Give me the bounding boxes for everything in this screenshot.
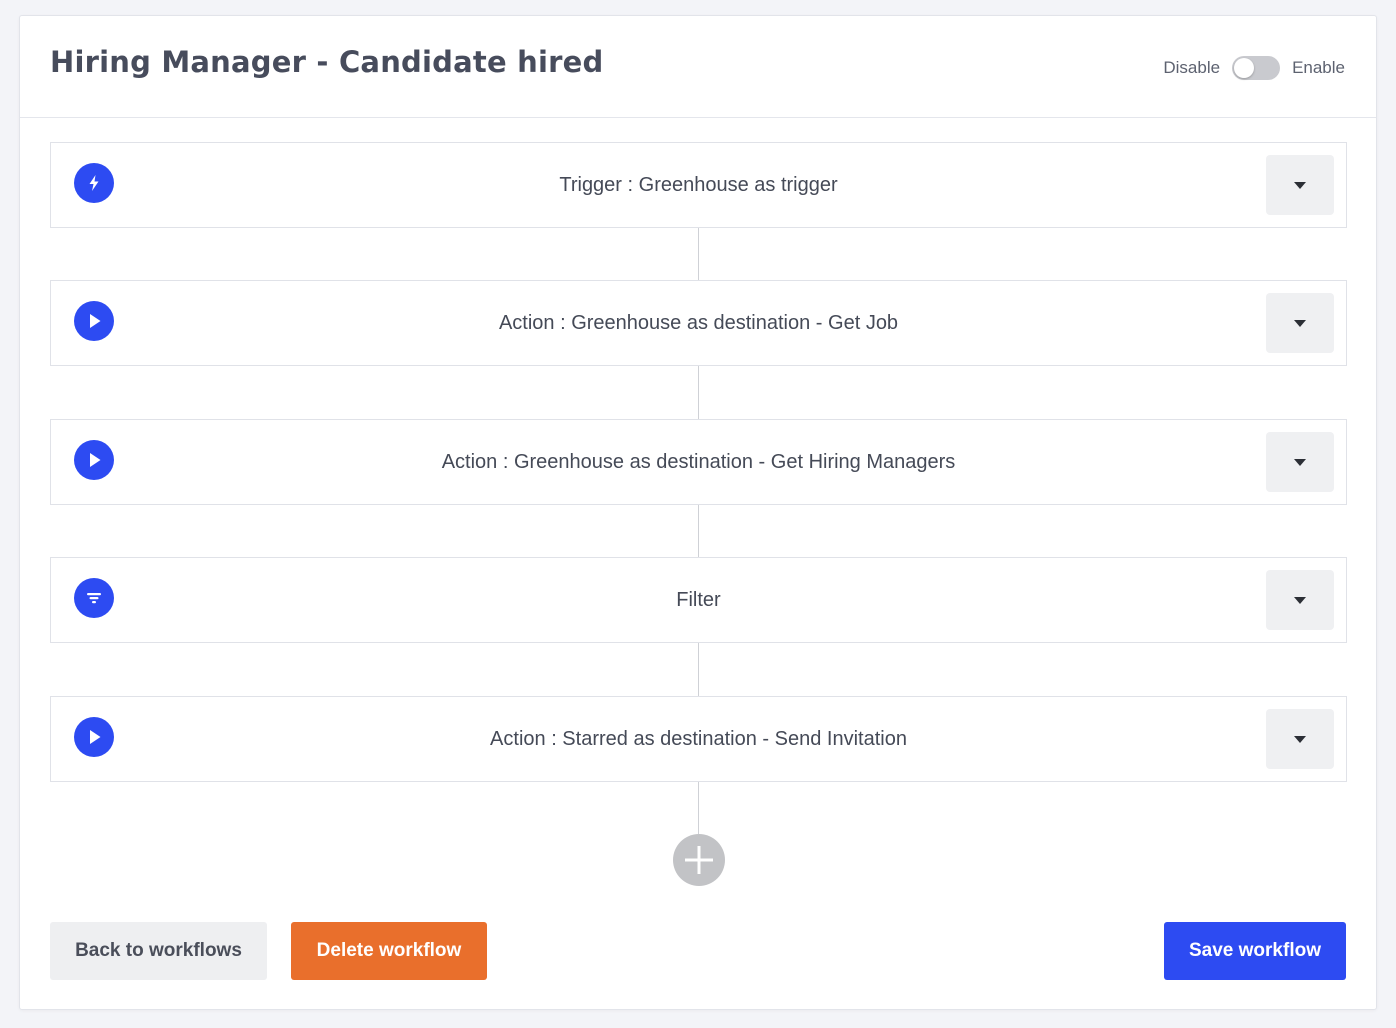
- step-label: Filter: [676, 588, 721, 611]
- step-expand-button[interactable]: [1266, 432, 1334, 492]
- toggle-knob: [1234, 58, 1255, 78]
- workflow-step-action[interactable]: Action : Starred as destination - Send I…: [50, 696, 1347, 782]
- step-expand-button[interactable]: [1266, 570, 1334, 630]
- step-connector: [698, 642, 699, 696]
- step-connector: [698, 781, 699, 834]
- caret-down-icon: [1294, 319, 1306, 327]
- caret-down-icon: [1294, 735, 1306, 743]
- caret-down-icon: [1294, 596, 1306, 604]
- enable-toggle-group: Disable Enable: [1163, 56, 1345, 80]
- enable-toggle[interactable]: [1232, 56, 1281, 80]
- workflow-card: Hiring Manager - Candidate hired Disable…: [19, 15, 1377, 1010]
- card-header: Hiring Manager - Candidate hired Disable…: [20, 16, 1376, 118]
- disable-label: Disable: [1163, 58, 1221, 77]
- enable-label: Enable: [1292, 58, 1345, 77]
- step-label: Action : Greenhouse as destination - Get…: [441, 450, 956, 473]
- step-label: Action : Starred as destination - Send I…: [490, 727, 907, 750]
- plus-icon: [685, 846, 713, 874]
- step-connector: [698, 365, 699, 419]
- workflow-step-action[interactable]: Action : Greenhouse as destination - Get…: [50, 419, 1347, 505]
- caret-down-icon: [1294, 458, 1306, 466]
- delete-workflow-button[interactable]: Delete workflow: [291, 922, 487, 980]
- step-expand-button[interactable]: [1266, 709, 1334, 769]
- step-expand-button[interactable]: [1266, 293, 1334, 353]
- step-connector: [698, 504, 699, 557]
- page-title: Hiring Manager - Candidate hired: [50, 45, 604, 79]
- back-to-workflows-button[interactable]: Back to workflows: [50, 922, 267, 980]
- workflow-step-filter[interactable]: Filter: [50, 557, 1347, 643]
- step-connector: [698, 227, 699, 280]
- step-label: Trigger : Greenhouse as trigger: [559, 173, 838, 196]
- add-step-button[interactable]: [673, 834, 725, 886]
- step-expand-button[interactable]: [1266, 155, 1334, 215]
- workflow-step-trigger[interactable]: Trigger : Greenhouse as trigger: [50, 142, 1347, 228]
- caret-down-icon: [1294, 181, 1306, 189]
- workflow-step-action[interactable]: Action : Greenhouse as destination - Get…: [50, 280, 1347, 366]
- step-label: Action : Greenhouse as destination - Get…: [498, 311, 899, 334]
- save-workflow-button[interactable]: Save workflow: [1164, 922, 1346, 980]
